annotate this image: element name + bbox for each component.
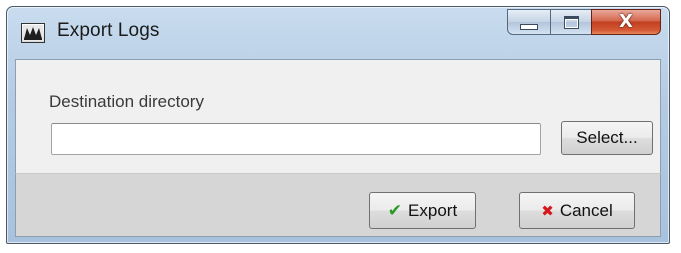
export-button[interactable]: ✔ Export — [369, 192, 476, 229]
close-button[interactable]: X — [591, 9, 661, 35]
window-title: Export Logs — [57, 20, 160, 41]
destination-directory-input[interactable] — [51, 123, 541, 155]
checkmark-icon: ✔ — [387, 200, 403, 221]
close-icon: X — [619, 11, 633, 32]
maximize-button[interactable] — [550, 9, 592, 35]
dialog-body: Destination directory Select... — [15, 59, 661, 174]
maximize-icon — [563, 15, 579, 29]
select-directory-button[interactable]: Select... — [561, 121, 653, 155]
select-button-label: Select... — [576, 128, 638, 147]
minimize-icon — [520, 24, 538, 30]
app-logo-icon — [21, 23, 45, 43]
x-mark-icon: ✖ — [541, 201, 554, 220]
minimize-button[interactable] — [507, 9, 551, 35]
title-bar[interactable]: Export Logs X — [7, 7, 669, 57]
destination-directory-label: Destination directory — [49, 92, 204, 111]
export-button-label: Export — [408, 200, 458, 220]
cancel-button-label: Cancel — [559, 200, 613, 220]
cancel-button[interactable]: ✖ Cancel — [519, 192, 635, 229]
